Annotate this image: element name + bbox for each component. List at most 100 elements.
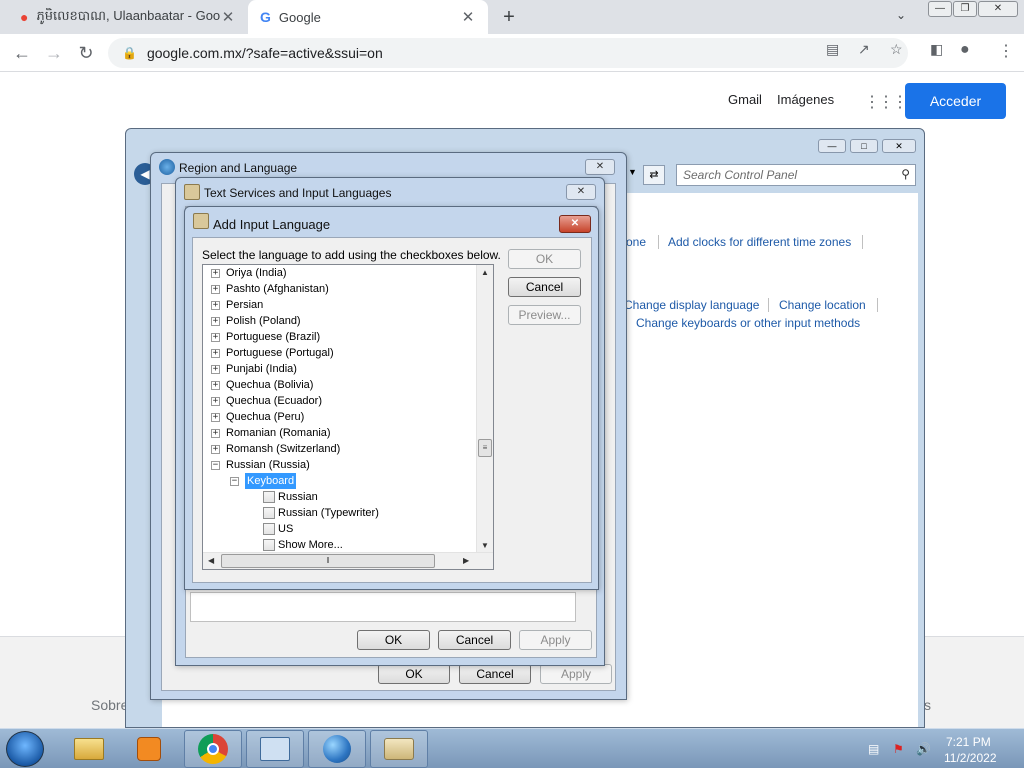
close-window-button[interactable]: ✕	[882, 139, 916, 153]
checkbox[interactable]	[263, 491, 275, 503]
language-tree[interactable]: + Oriya (India) + Pashto (Afghanistan) + Pe…	[202, 264, 494, 570]
restore-button[interactable]: ❐	[953, 1, 977, 17]
collapse-icon[interactable]: −	[230, 477, 239, 486]
bookmark-star-icon[interactable]: ☆	[890, 41, 903, 58]
explorer-taskbar-item[interactable]	[60, 730, 118, 768]
scroll-left-arrow-icon[interactable]: ◀	[208, 556, 214, 565]
dropdown-arrow-icon[interactable]: ▼	[628, 167, 637, 177]
gmail-link[interactable]: Gmail	[728, 92, 762, 107]
apply-button[interactable]: Apply	[540, 664, 612, 684]
link-separator	[658, 235, 659, 249]
scroll-right-arrow-icon[interactable]: ▶	[463, 556, 469, 565]
forward-arrow-icon[interactable]: →	[42, 41, 66, 65]
reload-icon[interactable]: ↻	[74, 41, 98, 65]
region-language-taskbar-item[interactable]	[308, 730, 366, 768]
control-panel-taskbar-item[interactable]	[246, 730, 304, 768]
menu-kebab-icon[interactable]: ⋮	[998, 41, 1014, 61]
media-player-icon	[137, 737, 161, 761]
dialog-title: Region and Language	[179, 161, 298, 175]
checkbox[interactable]	[263, 523, 275, 535]
vertical-scrollbar[interactable]: ▲ ≡ ▼	[476, 265, 493, 553]
clock-date[interactable]: 11/2/2022	[944, 751, 997, 765]
expand-icon[interactable]: +	[211, 381, 220, 390]
tab-google[interactable]: G Google ✕	[248, 0, 488, 34]
clock-time[interactable]: 7:21 PM	[946, 735, 991, 749]
tab-search-chevron-icon[interactable]: ⌄	[896, 8, 906, 22]
change-keyboards-link[interactable]: Change keyboards or other input methods	[636, 316, 860, 330]
footer-link[interactable]: s	[924, 697, 931, 713]
address-bar[interactable]: 🔒 google.com.mx/?safe=active&ssui=on	[108, 38, 908, 68]
tab-title: ភូមិលេខបាណ, Ulaanbaatar - Goog	[36, 7, 220, 23]
close-tab-icon[interactable]: ✕	[220, 8, 236, 26]
add-input-language-taskbar-item[interactable]	[370, 730, 428, 768]
maximize-button[interactable]: □	[850, 139, 878, 153]
apply-button[interactable]: Apply	[519, 630, 592, 650]
expand-icon[interactable]: +	[211, 317, 220, 326]
minimize-button[interactable]: —	[928, 1, 952, 17]
expand-icon[interactable]: +	[211, 445, 220, 454]
translate-icon[interactable]: ▤	[826, 41, 839, 58]
keyboard-layout-label: Russian	[278, 491, 318, 503]
cancel-button[interactable]: Cancel	[438, 630, 511, 650]
close-window-button[interactable]: ✕	[978, 1, 1018, 17]
expand-icon[interactable]: +	[211, 397, 220, 406]
action-center-icon[interactable]: ⚑	[893, 742, 904, 756]
images-link[interactable]: Imágenes	[777, 92, 834, 107]
back-arrow-icon[interactable]: ←	[10, 41, 34, 65]
new-tab-button[interactable]: +	[498, 6, 520, 28]
ok-button[interactable]: OK	[357, 630, 430, 650]
minimize-button[interactable]: —	[818, 139, 846, 153]
language-label: Portuguese (Brazil)	[226, 331, 321, 343]
share-icon[interactable]: ↗	[858, 41, 870, 58]
ok-button[interactable]: OK	[508, 249, 581, 269]
expand-icon[interactable]: +	[211, 349, 220, 358]
refresh-icon[interactable]: ⇄	[643, 165, 665, 185]
expand-icon[interactable]: +	[211, 365, 220, 374]
preview-button[interactable]: Preview...	[508, 305, 581, 325]
close-button[interactable]: ✕	[566, 184, 596, 200]
search-input[interactable]: Search Control Panel ⚲	[676, 164, 916, 186]
expand-icon[interactable]: +	[211, 413, 220, 422]
language-label: Pashto (Afghanistan)	[226, 283, 329, 295]
checkbox[interactable]	[263, 539, 275, 551]
signin-button[interactable]: Acceder	[905, 83, 1006, 119]
expand-icon[interactable]: +	[211, 269, 220, 278]
tab-title: Google	[278, 9, 321, 25]
volume-icon[interactable]: 🔊	[916, 742, 931, 756]
start-button[interactable]	[6, 731, 44, 767]
folder-icon	[74, 738, 104, 760]
scroll-down-arrow-icon[interactable]: ▼	[481, 541, 489, 550]
language-label: Russian (Russia)	[226, 459, 310, 471]
side-panel-icon[interactable]: ◧	[930, 41, 943, 58]
horizontal-scrollbar[interactable]: ◀ ‖ ▶	[203, 552, 493, 569]
expand-icon[interactable]: +	[211, 333, 220, 342]
maps-pin-icon: ●	[20, 9, 29, 25]
ok-button[interactable]: OK	[378, 664, 450, 684]
language-label: Quechua (Ecuador)	[226, 395, 322, 407]
change-location-link[interactable]: Change location	[779, 298, 866, 312]
close-button[interactable]: ✕	[559, 215, 591, 233]
media-player-taskbar-item[interactable]	[120, 730, 178, 768]
expand-icon[interactable]: +	[211, 301, 220, 310]
scroll-up-arrow-icon[interactable]: ▲	[481, 268, 489, 277]
apps-grid-icon[interactable]: ⋮⋮⋮	[864, 92, 908, 112]
add-input-language-dialog: Add Input Language ✕ Select the language…	[184, 206, 599, 590]
close-button[interactable]: ✕	[585, 159, 615, 175]
time-zone-link[interactable]: one	[626, 235, 646, 249]
profile-avatar-icon[interactable]: ●	[960, 41, 970, 59]
close-tab-icon[interactable]: ✕	[460, 8, 476, 26]
add-clocks-link[interactable]: Add clocks for different time zones	[668, 235, 851, 249]
chrome-taskbar-item[interactable]	[184, 730, 242, 768]
expand-icon[interactable]: +	[211, 285, 220, 294]
scroll-thumb[interactable]: ‖	[221, 554, 435, 568]
cancel-button[interactable]: Cancel	[459, 664, 531, 684]
cancel-button[interactable]: Cancel	[508, 277, 581, 297]
checkbox[interactable]	[263, 507, 275, 519]
collapse-icon[interactable]: −	[211, 461, 220, 470]
expand-icon[interactable]: +	[211, 429, 220, 438]
footer-link[interactable]: Sobre	[91, 697, 128, 713]
change-display-language-link[interactable]: Change display language	[624, 298, 759, 312]
scroll-thumb[interactable]: ≡	[478, 439, 492, 457]
network-icon[interactable]: ▤	[868, 742, 879, 756]
tab-maps[interactable]: ● ភូមិលេខបាណ, Ulaanbaatar - Goog ✕	[8, 0, 248, 34]
